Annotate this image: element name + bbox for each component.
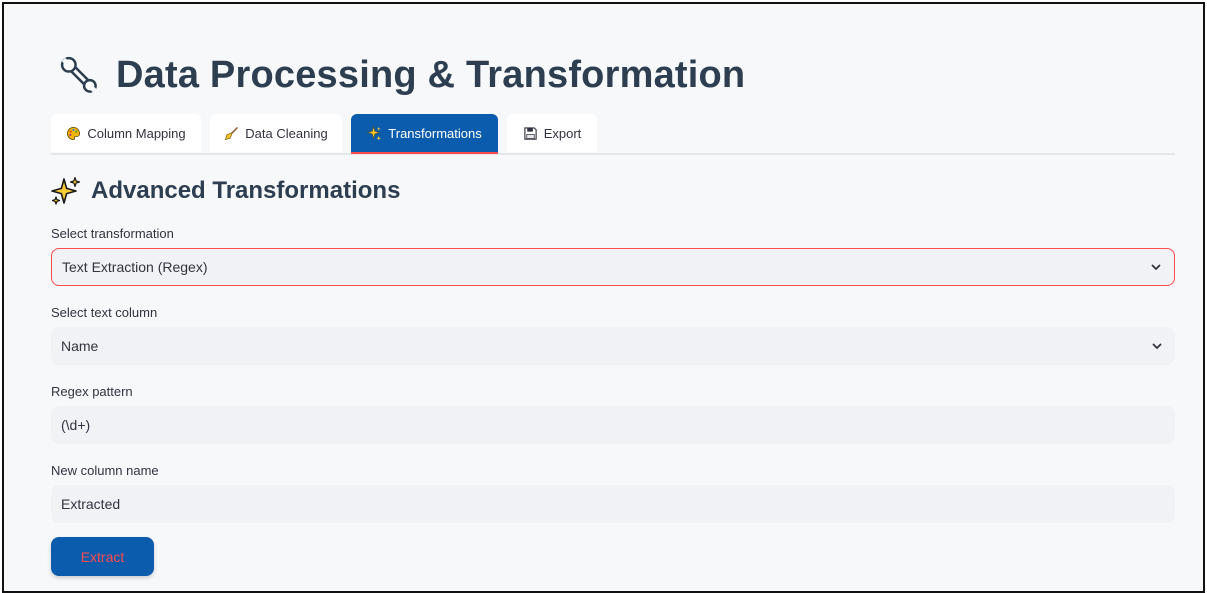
new-column-label: New column name xyxy=(51,463,159,478)
extract-button[interactable]: Extract xyxy=(51,537,154,576)
sparkles-icon xyxy=(51,176,81,205)
page-title: Data Processing & Transformation xyxy=(116,53,746,96)
regex-value: (\d+) xyxy=(61,417,91,433)
palette-icon xyxy=(67,126,81,140)
page-header: Data Processing & Transformation xyxy=(56,52,745,98)
section-title: Advanced Transformations xyxy=(91,177,401,204)
chevron-down-icon xyxy=(1151,264,1161,270)
sparkles-icon xyxy=(367,125,382,141)
chevron-down-icon xyxy=(1152,343,1162,349)
new-column-value: Extracted xyxy=(61,496,121,512)
text-column-value: Name xyxy=(61,338,99,354)
regex-label: Regex pattern xyxy=(51,384,133,399)
broom-icon xyxy=(225,126,239,140)
wrench-icon xyxy=(60,56,97,93)
tab-label: Column Mapping xyxy=(87,125,186,141)
tab-data-cleaning[interactable]: Data Cleaning xyxy=(210,114,342,152)
transformation-value: Text Extraction (Regex) xyxy=(62,259,208,275)
tab-export[interactable]: Export xyxy=(507,114,597,152)
text-column-label: Select text column xyxy=(51,305,158,320)
text-column-select[interactable]: Name xyxy=(51,327,1175,365)
transformation-select[interactable]: Text Extraction (Regex) xyxy=(51,248,1175,286)
regex-input[interactable]: (\d+) xyxy=(51,406,1175,444)
tab-label: Transformations xyxy=(388,125,482,141)
transformation-label: Select transformation xyxy=(51,226,174,241)
floppy-disk-icon xyxy=(524,126,537,140)
tab-transformations[interactable]: Transformations xyxy=(351,114,498,154)
new-column-input[interactable]: Extracted xyxy=(51,485,1175,523)
section-heading: Advanced Transformations xyxy=(51,176,400,206)
tab-label: Data Cleaning xyxy=(245,125,328,141)
tab-label: Export xyxy=(543,125,582,141)
app-frame: Data Processing & Transformation Column … xyxy=(2,2,1205,593)
tab-column-mapping[interactable]: Column Mapping xyxy=(51,114,201,152)
tab-bar: Column Mapping Data Cleaning Transformat… xyxy=(51,114,1175,155)
